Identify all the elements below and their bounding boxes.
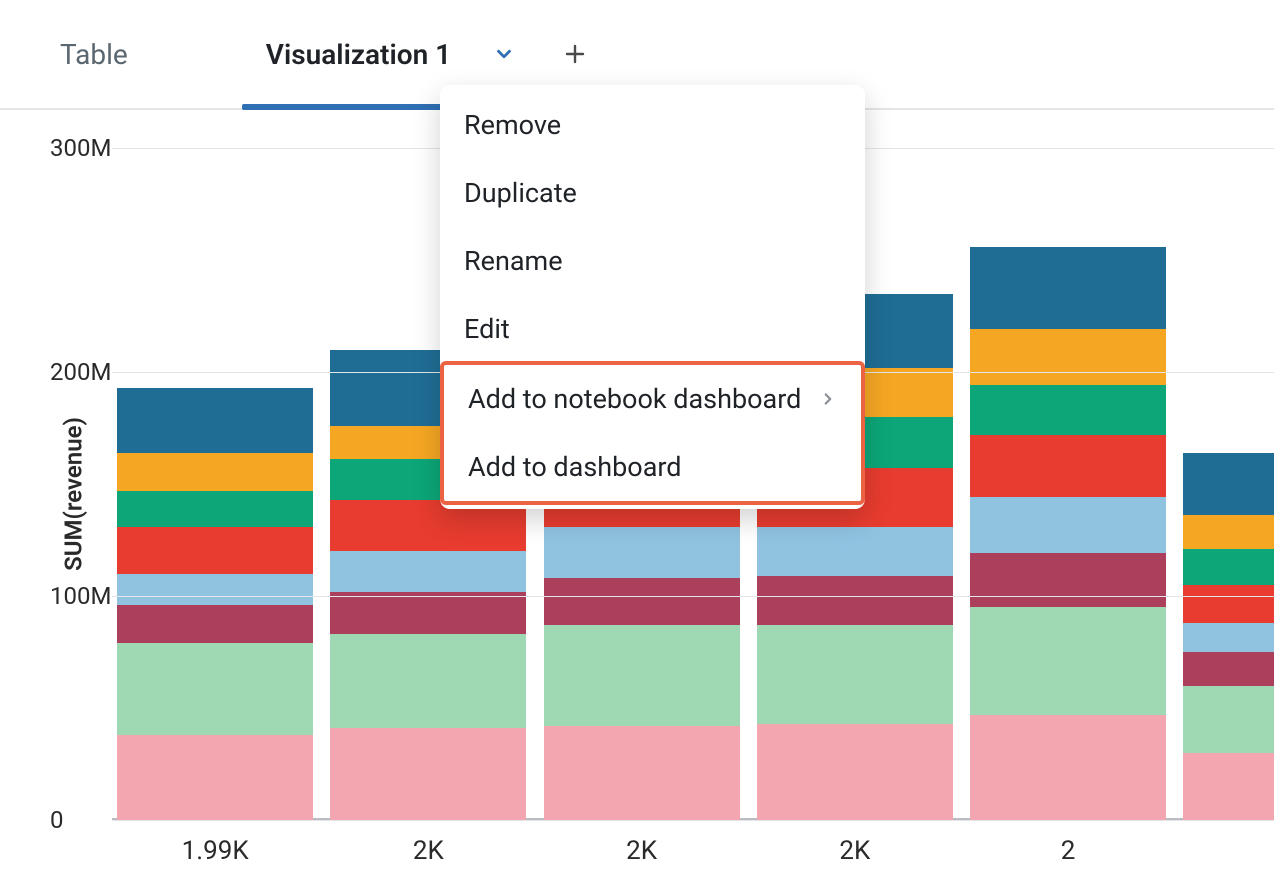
bar-segment	[1183, 753, 1274, 820]
add-tab-button[interactable]	[563, 42, 587, 66]
menu-add-dashboard-label: Add to dashboard	[468, 451, 682, 483]
bar-segment	[544, 726, 740, 820]
y-tick-label: 0	[50, 806, 64, 834]
menu-edit-label: Edit	[464, 313, 510, 345]
bar-segment	[544, 625, 740, 726]
bar-segment	[1183, 549, 1274, 585]
tab-table[interactable]: Table	[36, 0, 152, 108]
y-axis-label: SUM(revenue)	[60, 417, 88, 571]
bar-segment	[970, 553, 1166, 607]
app-frame: Table Visualization 1 SUM(revenue) 0 100M…	[0, 0, 1274, 880]
x-tick-label: 2	[1061, 836, 1076, 866]
menu-add-notebook-label: Add to notebook dashboard	[468, 383, 801, 415]
bar-segment	[970, 435, 1166, 498]
bar-segment	[1183, 453, 1274, 516]
bar-segment	[970, 385, 1166, 434]
plus-icon	[563, 42, 587, 66]
bar-segment	[117, 491, 313, 527]
bar-segment	[1183, 686, 1274, 753]
bar-segment	[330, 728, 526, 820]
bar-segment	[330, 634, 526, 728]
bar-segment	[1183, 515, 1274, 549]
menu-duplicate-label: Duplicate	[464, 177, 577, 209]
chevron-right-icon	[819, 390, 837, 408]
bar-segment	[970, 715, 1166, 820]
menu-add-notebook-dashboard[interactable]: Add to notebook dashboard	[444, 365, 861, 433]
menu-duplicate[interactable]: Duplicate	[440, 159, 865, 227]
menu-highlight-group: Add to notebook dashboard Add to dashboa…	[440, 361, 865, 505]
chevron-down-icon	[493, 43, 515, 65]
bar[interactable]	[1183, 453, 1274, 820]
tab-visualization-label: Visualization 1	[266, 38, 451, 71]
tab-menu-trigger[interactable]	[493, 43, 515, 65]
bar-segment	[1183, 585, 1274, 623]
x-tick-label: 2K	[413, 836, 444, 866]
y-gridline	[112, 820, 1274, 821]
tab-context-menu: Remove Duplicate Rename Edit Add to note…	[440, 85, 865, 509]
bar-segment	[330, 592, 526, 635]
bar-segment	[757, 724, 953, 820]
menu-edit[interactable]: Edit	[440, 295, 865, 363]
bar-segment	[1183, 623, 1274, 652]
bar-segment	[117, 574, 313, 605]
bar-segment	[970, 247, 1166, 330]
menu-add-dashboard[interactable]: Add to dashboard	[444, 433, 861, 501]
menu-remove[interactable]: Remove	[440, 91, 865, 159]
y-tick-label: 300M	[50, 134, 111, 162]
bar-segment	[970, 329, 1166, 385]
y-tick-label: 100M	[50, 582, 111, 610]
bar-segment	[117, 527, 313, 574]
bar-segment	[544, 527, 740, 579]
bar-segment	[330, 551, 526, 591]
bar-segment	[757, 527, 953, 576]
bar-segment	[117, 735, 313, 820]
bar-segment	[970, 607, 1166, 715]
menu-remove-label: Remove	[464, 109, 561, 141]
x-tick-label: 1.99K	[182, 836, 249, 866]
menu-rename-label: Rename	[464, 245, 563, 277]
bar[interactable]	[970, 247, 1166, 820]
bar-segment	[757, 625, 953, 724]
x-tick-label: 2K	[839, 836, 870, 866]
bar-segment	[1183, 652, 1274, 686]
tab-table-label: Table	[60, 38, 128, 71]
y-tick-label: 200M	[50, 358, 111, 386]
bar-segment	[757, 576, 953, 625]
bar-segment	[117, 605, 313, 643]
bar-segment	[117, 453, 313, 491]
y-gridline	[112, 596, 1274, 597]
bar[interactable]	[117, 388, 313, 820]
bar-segment	[117, 388, 313, 453]
menu-rename[interactable]: Rename	[440, 227, 865, 295]
bar-segment	[970, 497, 1166, 553]
x-tick-label: 2K	[626, 836, 657, 866]
bar-segment	[117, 643, 313, 735]
bar-segment	[544, 578, 740, 625]
